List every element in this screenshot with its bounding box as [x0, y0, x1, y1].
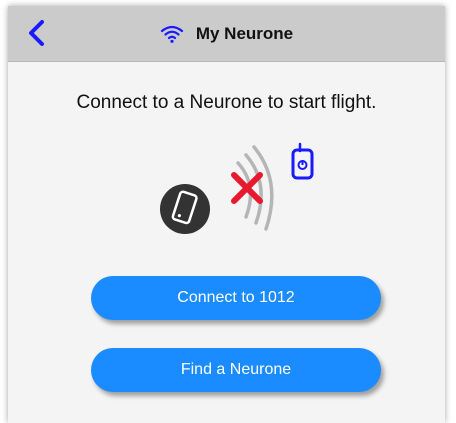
connection-status-illustration — [160, 142, 314, 234]
phone-icon — [160, 184, 210, 234]
page-title: My Neurone — [195, 23, 294, 43]
wifi-icon — [160, 25, 183, 43]
connect-message: Connect to a Neurone to start flight. — [76, 92, 377, 113]
top-bar: My Neurone — [8, 6, 445, 62]
remote-controller-icon — [291, 142, 314, 180]
find-neurone-button[interactable]: Find a Neurone — [91, 348, 381, 392]
title-group: My Neurone — [8, 6, 445, 61]
connect-button[interactable]: Connect to 1012 — [91, 276, 381, 320]
app-frame: My Neurone Connect to a Neurone to start… — [8, 6, 445, 423]
